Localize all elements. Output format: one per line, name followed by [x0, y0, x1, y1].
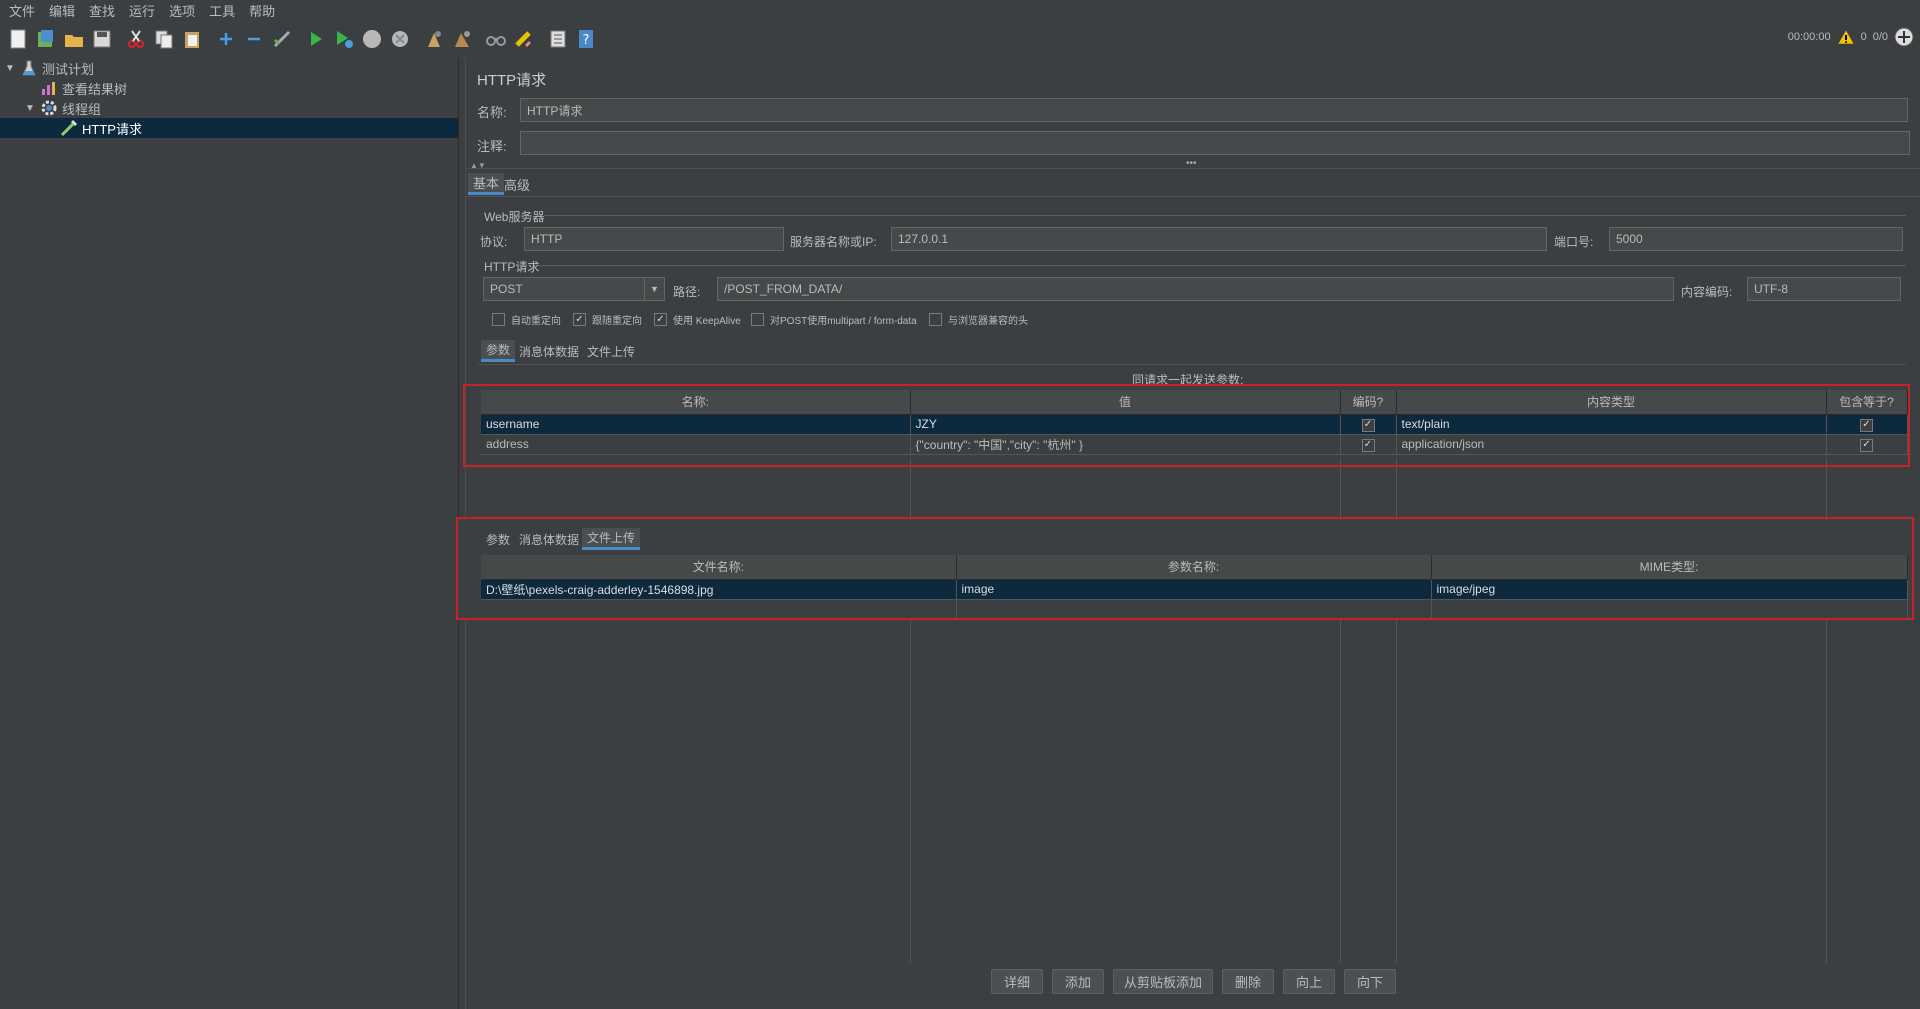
- move-up-button[interactable]: 向上: [1283, 969, 1335, 994]
- expand-icon[interactable]: [214, 27, 238, 51]
- chevron-down-icon[interactable]: ▼: [24, 103, 36, 114]
- page-title: HTTP请求: [477, 72, 547, 89]
- pipette-icon: [60, 119, 78, 137]
- subtab-file-upload[interactable]: 文件上传: [582, 340, 640, 362]
- chevron-down-icon[interactable]: ▼: [4, 63, 16, 74]
- tab-advanced[interactable]: 高级: [499, 173, 535, 195]
- path-label: 路径:: [673, 285, 701, 299]
- highlight-box: [456, 517, 1914, 620]
- flask-icon: [20, 59, 38, 77]
- option-label: 与浏览器兼容的头: [948, 316, 1028, 327]
- encoding-label: 内容编码:: [1681, 285, 1733, 299]
- paste-icon[interactable]: [180, 27, 204, 51]
- svg-text:?: ?: [583, 33, 590, 48]
- subtab-params[interactable]: 参数: [481, 340, 516, 362]
- port-input[interactable]: 5000: [1609, 227, 1903, 251]
- menu-bar: 文件 编辑 查找 运行 选项 工具 帮助: [0, 0, 1920, 20]
- stop-icon[interactable]: [360, 27, 384, 51]
- encoding-input[interactable]: UTF-8: [1747, 277, 1901, 301]
- cut-icon[interactable]: [124, 27, 148, 51]
- elapsed-time: 00:00:00: [1787, 31, 1831, 43]
- tree-node-label: 测试计划: [42, 61, 95, 77]
- save-icon[interactable]: [90, 27, 114, 51]
- test-plan-tree: ▼ 测试计划 查看结果树 ▼ 线程组 HTTP请求: [0, 58, 458, 1009]
- checkbox-checked-icon[interactable]: ✓: [573, 313, 586, 326]
- comment-input[interactable]: [520, 131, 1910, 155]
- reset-search-icon[interactable]: [512, 27, 536, 51]
- start-icon[interactable]: [304, 27, 328, 51]
- gear-icon: [40, 99, 58, 117]
- tree-node-label: HTTP请求: [82, 121, 142, 137]
- tree-node-http-request[interactable]: HTTP请求: [0, 118, 458, 138]
- open-icon[interactable]: [62, 27, 86, 51]
- help-icon[interactable]: ?: [574, 27, 598, 51]
- highlight-box: [463, 384, 1910, 467]
- new-icon[interactable]: [6, 27, 30, 51]
- warning-count: 0: [1860, 31, 1867, 43]
- option-keepalive[interactable]: ✓ 使用 KeepAlive: [654, 312, 741, 327]
- checkbox-icon[interactable]: [929, 313, 942, 326]
- remote-icon[interactable]: [1894, 27, 1914, 47]
- subtab-body-data[interactable]: 消息体数据: [514, 340, 584, 362]
- server-input[interactable]: 127.0.0.1: [891, 227, 1547, 251]
- http-request-legend: HTTP请求: [484, 260, 540, 274]
- name-input[interactable]: HTTP请求: [520, 98, 1908, 122]
- tree-node-test-plan[interactable]: ▼ 测试计划: [4, 58, 458, 78]
- option-browser-headers[interactable]: 与浏览器兼容的头: [929, 312, 1028, 327]
- thread-count: 0/0: [1872, 31, 1888, 43]
- copy-icon[interactable]: [152, 27, 176, 51]
- warning-icon[interactable]: [1837, 29, 1855, 45]
- menu-search[interactable]: 查找: [84, 1, 124, 20]
- checkbox-icon[interactable]: [492, 313, 505, 326]
- templates-icon[interactable]: [34, 27, 58, 51]
- tree-node-results-tree[interactable]: 查看结果树: [24, 78, 458, 98]
- menu-tools[interactable]: 工具: [204, 1, 244, 20]
- method-select[interactable]: POST ▼: [483, 277, 665, 301]
- tree-node-label: 线程组: [62, 101, 102, 117]
- option-label: 跟随重定向: [592, 316, 642, 327]
- option-multipart[interactable]: 对POST使用multipart / form-data: [751, 312, 917, 327]
- option-label: 使用 KeepAlive: [673, 316, 741, 327]
- checkbox-icon[interactable]: [751, 313, 764, 326]
- checkbox-checked-icon[interactable]: ✓: [654, 313, 667, 326]
- option-auto-redirect[interactable]: 自动重定向: [492, 312, 561, 327]
- chart-icon: [40, 79, 58, 97]
- option-follow-redirect[interactable]: ✓ 跟随重定向: [573, 312, 642, 327]
- tree-node-thread-group[interactable]: ▼ 线程组: [24, 98, 458, 118]
- toolbar: ?: [0, 22, 1920, 56]
- menu-run[interactable]: 运行: [124, 1, 164, 20]
- path-input[interactable]: /POST_FROM_DATA/: [717, 277, 1674, 301]
- tree-node-label: 查看结果树: [62, 81, 128, 97]
- protocol-label: 协议:: [480, 235, 508, 249]
- comment-label: 注释:: [477, 139, 507, 154]
- function-helper-icon[interactable]: [546, 27, 570, 51]
- menu-file[interactable]: 文件: [4, 1, 44, 20]
- shutdown-icon[interactable]: [388, 27, 412, 51]
- clear-icon[interactable]: [422, 27, 446, 51]
- add-button[interactable]: 添加: [1052, 969, 1104, 994]
- option-label: 自动重定向: [511, 316, 561, 327]
- move-down-button[interactable]: 向下: [1344, 969, 1396, 994]
- chevron-down-icon[interactable]: ▼: [644, 278, 664, 300]
- menu-help[interactable]: 帮助: [244, 1, 284, 20]
- toggle-icon[interactable]: [270, 27, 294, 51]
- port-label: 端口号:: [1554, 235, 1594, 249]
- clear-all-icon[interactable]: [450, 27, 474, 51]
- name-label: 名称:: [477, 105, 507, 120]
- menu-options[interactable]: 选项: [164, 1, 204, 20]
- menu-edit[interactable]: 编辑: [44, 1, 84, 20]
- add-from-clipboard-button[interactable]: 从剪贴板添加: [1113, 969, 1213, 994]
- collapse-icon[interactable]: [242, 27, 266, 51]
- search-icon[interactable]: [484, 27, 508, 51]
- option-label: 对POST使用multipart / form-data: [770, 316, 917, 327]
- web-server-legend: Web服务器: [484, 210, 545, 224]
- run-status: 00:00:00 0 0/0: [1788, 27, 1914, 47]
- delete-button[interactable]: 删除: [1222, 969, 1274, 994]
- detail-button[interactable]: 详细: [991, 969, 1043, 994]
- protocol-input[interactable]: HTTP: [524, 227, 784, 251]
- start-no-pause-icon[interactable]: [332, 27, 356, 51]
- method-value: POST: [490, 282, 523, 296]
- server-label: 服务器名称或IP:: [790, 235, 877, 249]
